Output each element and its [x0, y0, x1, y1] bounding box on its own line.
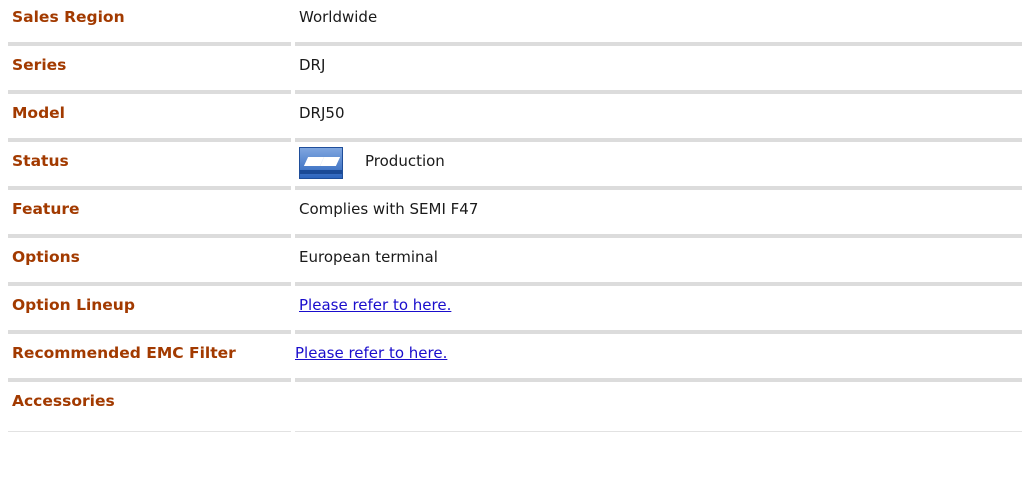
label-cell: Options — [8, 240, 291, 288]
label-cell: Recommended EMC Filter — [8, 336, 291, 384]
label-recommended-emc-filter: Recommended EMC Filter — [12, 344, 236, 362]
production-status-icon — [299, 147, 343, 179]
value-cell: Complies with SEMI F47 — [295, 192, 1022, 240]
option-lineup-link[interactable]: Please refer to here. — [299, 296, 451, 314]
value-sales-region: Worldwide — [299, 8, 378, 26]
row-status: Status Production — [8, 144, 1022, 192]
label-cell: Feature — [8, 192, 291, 240]
value-cell: DRJ — [295, 48, 1022, 96]
row-sales-region: Sales Region Worldwide — [8, 0, 1022, 48]
label-accessories: Accessories — [12, 392, 115, 410]
row-option-lineup: Option Lineup Please refer to here. — [8, 288, 1022, 336]
row-series: Series DRJ — [8, 48, 1022, 96]
value-series: DRJ — [299, 56, 326, 74]
label-status: Status — [12, 152, 69, 170]
value-cell: European terminal — [295, 240, 1022, 288]
row-accessories: Accessories — [8, 384, 1022, 432]
status-icon-band — [300, 170, 342, 174]
label-options: Options — [12, 248, 80, 266]
value-cell — [295, 384, 1022, 432]
label-cell: Status — [8, 144, 291, 192]
emc-filter-link[interactable]: Please refer to here. — [295, 344, 447, 362]
value-cell: Please refer to here. — [295, 288, 1022, 336]
row-recommended-emc-filter: Recommended EMC Filter Please refer to h… — [8, 336, 1022, 384]
label-sales-region: Sales Region — [12, 8, 125, 26]
label-cell: Option Lineup — [8, 288, 291, 336]
value-feature: Complies with SEMI F47 — [299, 200, 479, 218]
value-cell: Production — [295, 144, 1022, 192]
label-cell: Series — [8, 48, 291, 96]
spec-table: Sales Region Worldwide Series DRJ Model … — [8, 0, 1022, 432]
value-cell: Please refer to here. — [295, 336, 1022, 384]
label-cell: Model — [8, 96, 291, 144]
value-options: European terminal — [299, 248, 438, 266]
row-feature: Feature Complies with SEMI F47 — [8, 192, 1022, 240]
label-cell: Accessories — [8, 384, 291, 432]
value-status: Production — [365, 152, 445, 170]
value-model: DRJ50 — [299, 104, 345, 122]
row-options: Options European terminal — [8, 240, 1022, 288]
value-cell: Worldwide — [295, 0, 1022, 48]
label-series: Series — [12, 56, 67, 74]
label-model: Model — [12, 104, 65, 122]
label-cell: Sales Region — [8, 0, 291, 48]
label-option-lineup: Option Lineup — [12, 296, 135, 314]
value-cell: DRJ50 — [295, 96, 1022, 144]
status-icon-tile — [319, 157, 341, 166]
row-model: Model DRJ50 — [8, 96, 1022, 144]
label-feature: Feature — [12, 200, 80, 218]
